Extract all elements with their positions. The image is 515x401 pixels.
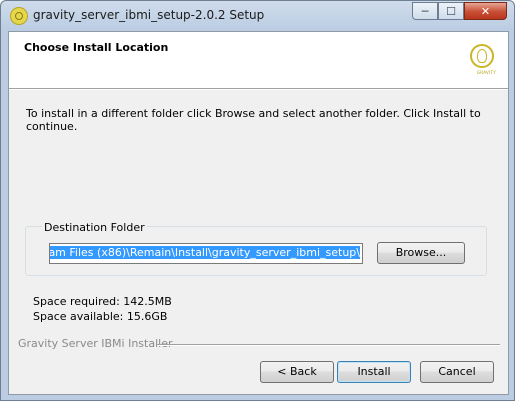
installer-brand-label: Gravity Server IBMi Installer bbox=[18, 337, 173, 350]
space-required-text: Space required: 142.5MB bbox=[33, 295, 172, 308]
destination-path-value: Program Files (x86)\Remain\Install\gravi… bbox=[50, 246, 360, 259]
close-button[interactable]: ✕ bbox=[464, 2, 507, 20]
gravity-logo-icon bbox=[470, 44, 494, 68]
destination-path-input[interactable]: Program Files (x86)\Remain\Install\gravi… bbox=[49, 243, 363, 264]
setup-window: gravity_server_ibmi_setup-2.0.2 Setup ─ … bbox=[0, 0, 515, 401]
install-button[interactable]: Install bbox=[337, 361, 411, 383]
back-button[interactable]: < Back bbox=[260, 361, 334, 383]
footer-divider bbox=[157, 344, 500, 346]
window-controls: ─ ☐ ✕ bbox=[412, 2, 507, 21]
instruction-text: To install in a different folder click B… bbox=[26, 107, 481, 133]
page-header: Choose Install Location GRAVITY bbox=[9, 32, 508, 89]
page-title: Choose Install Location bbox=[24, 41, 169, 54]
browse-button[interactable]: Browse... bbox=[377, 242, 465, 264]
logo-text: GRAVITY bbox=[476, 70, 496, 75]
space-available-text: Space available: 15.6GB bbox=[33, 310, 168, 323]
destination-folder-label: Destination Folder bbox=[42, 221, 147, 234]
maximize-button[interactable]: ☐ bbox=[438, 2, 464, 20]
gravity-app-icon bbox=[10, 7, 28, 25]
cancel-button[interactable]: Cancel bbox=[420, 361, 494, 383]
minimize-button[interactable]: ─ bbox=[412, 2, 438, 20]
header-divider bbox=[9, 89, 508, 90]
dialog-client-area: Choose Install Location GRAVITY To insta… bbox=[8, 31, 509, 395]
window-title: gravity_server_ibmi_setup-2.0.2 Setup bbox=[33, 8, 265, 22]
title-bar[interactable]: gravity_server_ibmi_setup-2.0.2 Setup ─ … bbox=[1, 1, 514, 31]
